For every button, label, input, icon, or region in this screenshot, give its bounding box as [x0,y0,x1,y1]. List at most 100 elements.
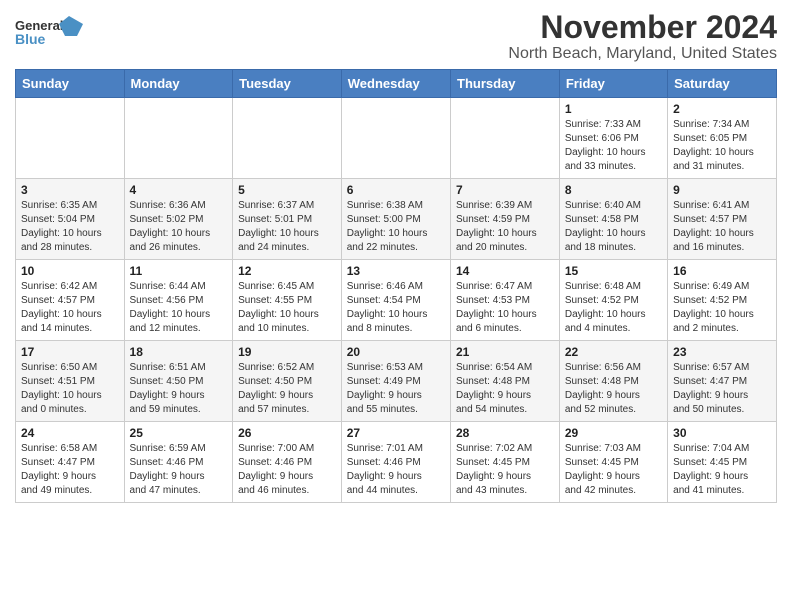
calendar-header-thursday: Thursday [451,70,560,98]
calendar-header-saturday: Saturday [668,70,777,98]
calendar-header-tuesday: Tuesday [233,70,342,98]
logo-svg: GeneralBlue [15,14,85,54]
day-number: 14 [456,264,554,278]
day-info: Sunrise: 7:04 AM Sunset: 4:45 PM Dayligh… [673,442,771,498]
calendar-header-row: SundayMondayTuesdayWednesdayThursdayFrid… [16,70,777,98]
day-info: Sunrise: 7:02 AM Sunset: 4:45 PM Dayligh… [456,442,554,498]
calendar-cell: 8 Sunrise: 6:40 AM Sunset: 4:58 PM Daylig… [559,179,667,260]
day-info: Sunrise: 6:50 AM Sunset: 4:51 PM Dayligh… [21,361,119,417]
calendar-cell: 1 Sunrise: 7:33 AM Sunset: 6:06 PM Daylig… [559,98,667,179]
day-number: 17 [21,345,119,359]
calendar-cell: 24 Sunrise: 6:58 AM Sunset: 4:47 PM Dayli… [16,422,125,503]
day-info: Sunrise: 6:40 AM Sunset: 4:58 PM Dayligh… [565,199,662,255]
page-header: GeneralBlue November 2024 North Beach, M… [15,10,777,63]
day-number: 9 [673,183,771,197]
day-number: 29 [565,426,662,440]
calendar-cell [341,98,450,179]
calendar-week-2: 3 Sunrise: 6:35 AM Sunset: 5:04 PM Daylig… [16,179,777,260]
day-number: 22 [565,345,662,359]
calendar-cell: 25 Sunrise: 6:59 AM Sunset: 4:46 PM Dayli… [124,422,233,503]
day-info: Sunrise: 6:52 AM Sunset: 4:50 PM Dayligh… [238,361,336,417]
day-number: 4 [130,183,228,197]
day-number: 23 [673,345,771,359]
day-info: Sunrise: 6:59 AM Sunset: 4:46 PM Dayligh… [130,442,228,498]
day-info: Sunrise: 6:36 AM Sunset: 5:02 PM Dayligh… [130,199,228,255]
day-number: 6 [347,183,445,197]
day-info: Sunrise: 6:48 AM Sunset: 4:52 PM Dayligh… [565,280,662,336]
calendar-cell: 27 Sunrise: 7:01 AM Sunset: 4:46 PM Dayli… [341,422,450,503]
calendar-cell: 12Sunrise: 6:45 AM Sunset: 4:55 PM Dayli… [233,260,342,341]
day-number: 13 [347,264,445,278]
day-info: Sunrise: 6:57 AM Sunset: 4:47 PM Dayligh… [673,361,771,417]
day-info: Sunrise: 6:37 AM Sunset: 5:01 PM Dayligh… [238,199,336,255]
calendar-cell [124,98,233,179]
day-info: Sunrise: 6:44 AM Sunset: 4:56 PM Dayligh… [130,280,228,336]
day-info: Sunrise: 7:01 AM Sunset: 4:46 PM Dayligh… [347,442,445,498]
day-number: 8 [565,183,662,197]
day-info: Sunrise: 7:33 AM Sunset: 6:06 PM Dayligh… [565,118,662,174]
day-info: Sunrise: 6:35 AM Sunset: 5:04 PM Dayligh… [21,199,119,255]
day-info: Sunrise: 6:56 AM Sunset: 4:48 PM Dayligh… [565,361,662,417]
calendar-cell: 7 Sunrise: 6:39 AM Sunset: 4:59 PM Daylig… [451,179,560,260]
calendar-cell: 5Sunrise: 6:37 AM Sunset: 5:01 PM Daylig… [233,179,342,260]
calendar-cell: 20Sunrise: 6:53 AM Sunset: 4:49 PM Dayli… [341,341,450,422]
day-number: 7 [456,183,554,197]
calendar-cell: 10 Sunrise: 6:42 AM Sunset: 4:57 PM Dayli… [16,260,125,341]
day-number: 20 [347,345,445,359]
day-number: 16 [673,264,771,278]
calendar-week-5: 24 Sunrise: 6:58 AM Sunset: 4:47 PM Dayli… [16,422,777,503]
calendar-cell: 4 Sunrise: 6:36 AM Sunset: 5:02 PM Daylig… [124,179,233,260]
calendar-cell: 11 Sunrise: 6:44 AM Sunset: 4:56 PM Dayli… [124,260,233,341]
day-number: 3 [21,183,119,197]
title-area: November 2024 North Beach, Maryland, Uni… [508,10,777,63]
day-number: 28 [456,426,554,440]
calendar-cell [451,98,560,179]
calendar-header-friday: Friday [559,70,667,98]
day-info: Sunrise: 7:00 AM Sunset: 4:46 PM Dayligh… [238,442,336,498]
calendar-cell: 23 Sunrise: 6:57 AM Sunset: 4:47 PM Dayli… [668,341,777,422]
day-info: Sunrise: 7:03 AM Sunset: 4:45 PM Dayligh… [565,442,662,498]
calendar-header-sunday: Sunday [16,70,125,98]
page-title: November 2024 [508,10,777,45]
day-info: Sunrise: 6:42 AM Sunset: 4:57 PM Dayligh… [21,280,119,336]
calendar-cell: 3 Sunrise: 6:35 AM Sunset: 5:04 PM Daylig… [16,179,125,260]
day-number: 24 [21,426,119,440]
day-info: Sunrise: 6:49 AM Sunset: 4:52 PM Dayligh… [673,280,771,336]
calendar-cell: 15Sunrise: 6:48 AM Sunset: 4:52 PM Dayli… [559,260,667,341]
calendar-cell: 19 Sunrise: 6:52 AM Sunset: 4:50 PM Dayli… [233,341,342,422]
day-number: 11 [130,264,228,278]
calendar-cell: 13 Sunrise: 6:46 AM Sunset: 4:54 PM Dayli… [341,260,450,341]
day-info: Sunrise: 6:47 AM Sunset: 4:53 PM Dayligh… [456,280,554,336]
day-info: Sunrise: 6:51 AM Sunset: 4:50 PM Dayligh… [130,361,228,417]
calendar-cell [16,98,125,179]
calendar-week-4: 17 Sunrise: 6:50 AM Sunset: 4:51 PM Dayli… [16,341,777,422]
day-number: 27 [347,426,445,440]
calendar-cell: 29 Sunrise: 7:03 AM Sunset: 4:45 PM Dayli… [559,422,667,503]
day-info: Sunrise: 6:54 AM Sunset: 4:48 PM Dayligh… [456,361,554,417]
day-number: 25 [130,426,228,440]
calendar-cell: 18 Sunrise: 6:51 AM Sunset: 4:50 PM Dayli… [124,341,233,422]
calendar-cell: 2Sunrise: 7:34 AM Sunset: 6:05 PM Daylig… [668,98,777,179]
calendar-cell: 17 Sunrise: 6:50 AM Sunset: 4:51 PM Dayli… [16,341,125,422]
day-number: 26 [238,426,336,440]
day-info: Sunrise: 6:41 AM Sunset: 4:57 PM Dayligh… [673,199,771,255]
day-info: Sunrise: 6:46 AM Sunset: 4:54 PM Dayligh… [347,280,445,336]
day-number: 19 [238,345,336,359]
day-number: 21 [456,345,554,359]
calendar-week-3: 10 Sunrise: 6:42 AM Sunset: 4:57 PM Dayli… [16,260,777,341]
day-number: 18 [130,345,228,359]
day-number: 10 [21,264,119,278]
day-info: Sunrise: 7:34 AM Sunset: 6:05 PM Dayligh… [673,118,771,174]
calendar-cell [233,98,342,179]
calendar-header-monday: Monday [124,70,233,98]
calendar-week-1: 1 Sunrise: 7:33 AM Sunset: 6:06 PM Daylig… [16,98,777,179]
day-number: 1 [565,102,662,116]
day-info: Sunrise: 6:39 AM Sunset: 4:59 PM Dayligh… [456,199,554,255]
day-number: 30 [673,426,771,440]
calendar-cell: 22 Sunrise: 6:56 AM Sunset: 4:48 PM Dayli… [559,341,667,422]
calendar-cell: 14 Sunrise: 6:47 AM Sunset: 4:53 PM Dayli… [451,260,560,341]
day-info: Sunrise: 6:58 AM Sunset: 4:47 PM Dayligh… [21,442,119,498]
calendar-cell: 21 Sunrise: 6:54 AM Sunset: 4:48 PM Dayli… [451,341,560,422]
day-info: Sunrise: 6:38 AM Sunset: 5:00 PM Dayligh… [347,199,445,255]
logo: GeneralBlue [15,14,85,54]
